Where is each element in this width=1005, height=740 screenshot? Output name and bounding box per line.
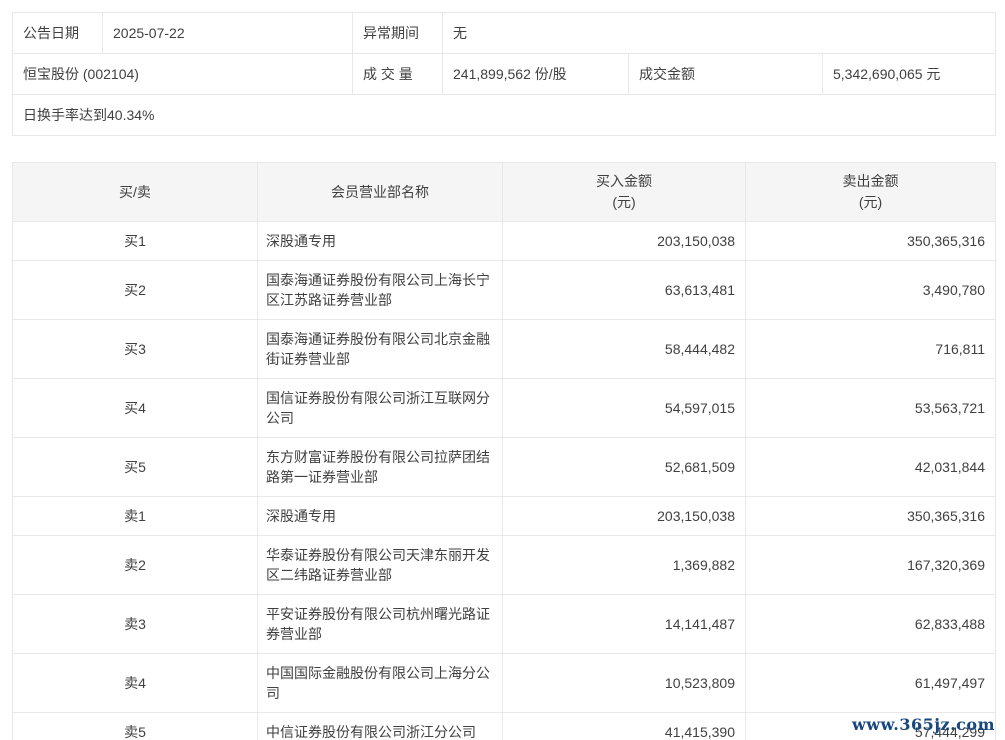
buy-amount-cell: 63,613,481	[502, 260, 746, 320]
volume-label: 成 交 量	[352, 53, 443, 95]
side-cell: 卖2	[12, 535, 258, 595]
col-header-buy-amount-title: 买入金额	[596, 173, 652, 189]
side-cell: 买5	[12, 437, 258, 497]
volume-value: 241,899,562 份/股	[442, 53, 629, 95]
table-row: 买2 国泰海通证券股份有限公司上海长宁区江苏路证券营业部 63,613,481 …	[12, 260, 996, 320]
branch-cell: 中信证券股份有限公司浙江分公司	[257, 712, 503, 740]
branch-cell: 华泰证券股份有限公司天津东丽开发区二纬路证券营业部	[257, 535, 503, 595]
abnormal-period-label: 异常期间	[352, 12, 443, 54]
sell-amount-cell: 42,031,844	[745, 437, 996, 497]
table-header-row: 买/卖 会员营业部名称 买入金额 (元) 卖出金额 (元)	[12, 162, 996, 222]
side-cell: 卖4	[12, 653, 258, 713]
table-row: 买1 深股通专用 203,150,038 350,365,316	[12, 221, 996, 261]
side-cell: 买3	[12, 319, 258, 379]
buy-amount-cell: 41,415,390	[502, 712, 746, 740]
stock-info-table: 公告日期 2025-07-22 异常期间 无 恒宝股份 (002104) 成 交…	[12, 12, 996, 136]
sell-amount-cell: 53,563,721	[745, 378, 996, 438]
branch-cell: 国泰海通证券股份有限公司上海长宁区江苏路证券营业部	[257, 260, 503, 320]
buy-amount-cell: 1,369,882	[502, 535, 746, 595]
info-row-note: 日换手率达到40.34%	[12, 94, 996, 136]
announce-date-label: 公告日期	[12, 12, 103, 54]
col-header-branch: 会员营业部名称	[257, 162, 503, 222]
watermark-link[interactable]: www.365jz.com	[852, 715, 995, 734]
sell-amount-cell: 3,490,780	[745, 260, 996, 320]
sell-amount-cell: 167,320,369	[745, 535, 996, 595]
table-row: 买5 东方财富证券股份有限公司拉萨团结路第一证券营业部 52,681,509 4…	[12, 437, 996, 497]
branch-cell: 国信证券股份有限公司浙江互联网分公司	[257, 378, 503, 438]
info-row-announce: 公告日期 2025-07-22 异常期间 无	[12, 12, 996, 54]
branch-cell: 平安证券股份有限公司杭州曙光路证券营业部	[257, 594, 503, 654]
table-row: 卖4 中国国际金融股份有限公司上海分公司 10,523,809 61,497,4…	[12, 653, 996, 713]
table-row: 卖3 平安证券股份有限公司杭州曙光路证券营业部 14,141,487 62,83…	[12, 594, 996, 654]
buy-amount-cell: 54,597,015	[502, 378, 746, 438]
table-row: 卖1 深股通专用 203,150,038 350,365,316	[12, 496, 996, 536]
sell-amount-cell: 716,811	[745, 319, 996, 379]
turnover-value: 5,342,690,065 元	[822, 53, 996, 95]
buy-amount-cell: 203,150,038	[502, 496, 746, 536]
side-cell: 卖3	[12, 594, 258, 654]
branch-cell: 深股通专用	[257, 496, 503, 536]
turnover-rate-note: 日换手率达到40.34%	[12, 94, 996, 136]
table-row: 卖5 中信证券股份有限公司浙江分公司 41,415,390 57,444,299	[12, 712, 996, 740]
col-header-sell-amount: 卖出金额 (元)	[745, 162, 996, 222]
sell-amount-cell: 350,365,316	[745, 496, 996, 536]
abnormal-period-value: 无	[442, 12, 996, 54]
broker-ranking-table: 买/卖 会员营业部名称 买入金额 (元) 卖出金额 (元) 买1 深股通专用 2…	[12, 162, 996, 740]
col-header-side: 买/卖	[12, 162, 258, 222]
side-cell: 买2	[12, 260, 258, 320]
col-header-buy-amount-unit: (元)	[612, 194, 636, 210]
buy-amount-cell: 52,681,509	[502, 437, 746, 497]
buy-amount-cell: 14,141,487	[502, 594, 746, 654]
sell-amount-cell: 350,365,316	[745, 221, 996, 261]
buy-amount-cell: 58,444,482	[502, 319, 746, 379]
side-cell: 买4	[12, 378, 258, 438]
branch-cell: 国泰海通证券股份有限公司北京金融街证券营业部	[257, 319, 503, 379]
table-row: 买4 国信证券股份有限公司浙江互联网分公司 54,597,015 53,563,…	[12, 378, 996, 438]
sell-amount-cell: 61,497,497	[745, 653, 996, 713]
col-header-buy-amount: 买入金额 (元)	[502, 162, 746, 222]
col-header-sell-amount-unit: (元)	[858, 194, 883, 210]
table-row: 买3 国泰海通证券股份有限公司北京金融街证券营业部 58,444,482 716…	[12, 319, 996, 379]
stock-name: 恒宝股份 (002104)	[12, 53, 353, 95]
branch-cell: 东方财富证券股份有限公司拉萨团结路第一证券营业部	[257, 437, 503, 497]
branch-cell: 深股通专用	[257, 221, 503, 261]
col-header-sell-amount-title: 卖出金额	[842, 173, 899, 189]
buy-amount-cell: 10,523,809	[502, 653, 746, 713]
side-cell: 卖5	[12, 712, 258, 740]
side-cell: 买1	[12, 221, 258, 261]
turnover-label: 成交金额	[628, 53, 823, 95]
table-row: 卖2 华泰证券股份有限公司天津东丽开发区二纬路证券营业部 1,369,882 1…	[12, 535, 996, 595]
announce-date-value: 2025-07-22	[102, 12, 353, 54]
sell-amount-cell: 62,833,488	[745, 594, 996, 654]
info-row-stock: 恒宝股份 (002104) 成 交 量 241,899,562 份/股 成交金额…	[12, 53, 996, 95]
side-cell: 卖1	[12, 496, 258, 536]
branch-cell: 中国国际金融股份有限公司上海分公司	[257, 653, 503, 713]
lhb-page: 公告日期 2025-07-22 异常期间 无 恒宝股份 (002104) 成 交…	[0, 0, 1005, 740]
buy-amount-cell: 203,150,038	[502, 221, 746, 261]
